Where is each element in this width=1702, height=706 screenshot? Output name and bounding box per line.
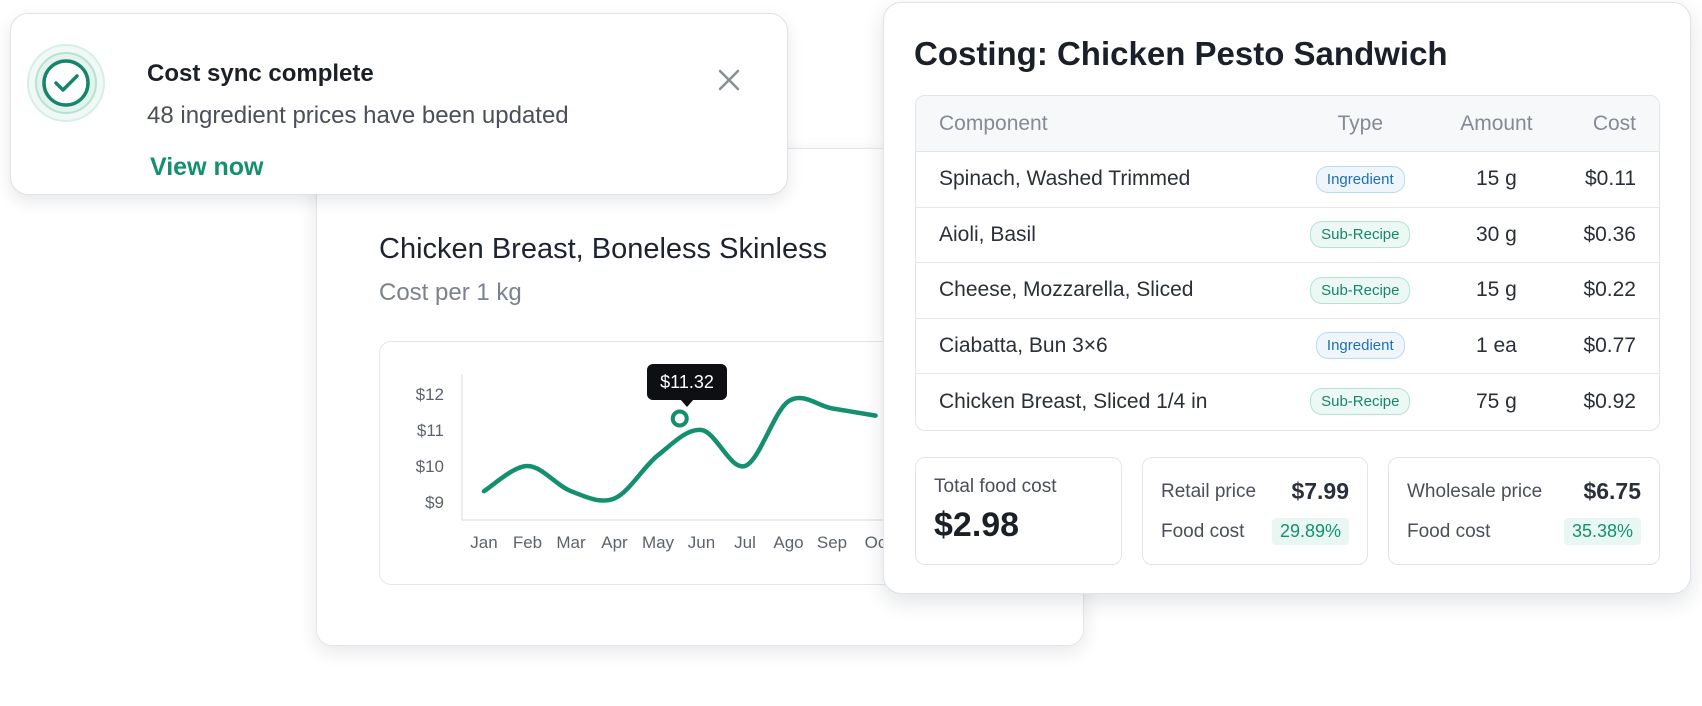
x-tick-label: Ago: [773, 533, 803, 552]
wholesale-price-box: Wholesale price $6.75 Food cost 35.38%: [1388, 457, 1660, 565]
toast-message: 48 ingredient prices have been updated: [147, 102, 569, 129]
check-circle-icon: [27, 44, 105, 122]
type-badge: Sub-Recipe: [1310, 388, 1411, 416]
component-name: Spinach, Washed Trimmed: [939, 167, 1191, 191]
x-tick-label: Jan: [470, 533, 497, 552]
retail-food-cost-label: Food cost: [1161, 520, 1245, 542]
table-row[interactable]: Aioli, Basil Sub-Recipe 30 g $0.36: [916, 208, 1659, 263]
x-tick-label: Sep: [817, 533, 847, 552]
total-food-cost-label: Total food cost: [934, 476, 1057, 497]
y-tick-label: $11: [417, 421, 444, 440]
price-tooltip: $11.32: [647, 364, 727, 407]
table-row[interactable]: Ciabatta, Bun 3×6 Ingredient 1 ea $0.77: [916, 319, 1659, 374]
retail-price-box: Retail price $7.99 Food cost 29.89%: [1142, 457, 1368, 565]
x-tick-label: Apr: [601, 533, 628, 552]
costing-title: Costing: Chicken Pesto Sandwich: [914, 35, 1448, 72]
cost-cell: $0.11: [1585, 167, 1636, 191]
total-food-cost-value: $2.98: [934, 506, 1020, 544]
cost-cell: $0.77: [1583, 333, 1636, 357]
highlight-point[interactable]: [670, 409, 689, 428]
wholesale-food-cost-label: Food cost: [1407, 520, 1491, 542]
total-food-cost-box: Total food cost $2.98: [915, 457, 1122, 565]
amount-cell: 15 g: [1475, 167, 1517, 191]
table-row[interactable]: Chicken Breast, Sliced 1/4 in Sub-Recipe…: [916, 374, 1659, 430]
table-row[interactable]: Cheese, Mozzarella, Sliced Sub-Recipe 15…: [916, 263, 1659, 319]
amount-cell: 75 g: [1475, 389, 1517, 413]
cost-cell: $0.92: [1583, 389, 1636, 413]
component-name: Aioli, Basil: [939, 222, 1036, 246]
type-badge: Ingredient: [1315, 165, 1405, 193]
amount-cell: 1 ea: [1475, 333, 1517, 357]
x-tick-label: May: [642, 533, 675, 552]
retail-price-value: $7.99: [1291, 478, 1349, 504]
x-tick-label: Jul: [734, 533, 756, 552]
costing-card: Costing: Chicken Pesto Sandwich Componen…: [883, 2, 1691, 594]
wholesale-food-cost-percent: 35.38%: [1563, 518, 1641, 545]
wholesale-price-value: $6.75: [1583, 478, 1641, 504]
cost-cell: $0.36: [1583, 222, 1636, 246]
column-header-amount[interactable]: Amount: [1428, 112, 1566, 136]
table-row[interactable]: Spinach, Washed Trimmed Ingredient 15 g …: [916, 152, 1659, 208]
toast-title: Cost sync complete: [147, 60, 374, 87]
y-tick-label: $9: [425, 493, 444, 512]
item-name: Chicken Breast, Boneless Skinless: [379, 233, 828, 265]
component-name: Ciabatta, Bun 3×6: [939, 333, 1108, 357]
type-badge: Ingredient: [1315, 332, 1405, 360]
y-tick-label: $12: [416, 385, 444, 404]
sync-toast: Cost sync complete 48 ingredient prices …: [10, 13, 788, 195]
amount-cell: 15 g: [1475, 278, 1517, 302]
costing-table: Component Type Amount Cost Spinach, Wash…: [915, 95, 1660, 431]
x-tick-label: Mar: [556, 533, 586, 552]
column-header-type[interactable]: Type: [1293, 112, 1428, 136]
item-unit-subtitle: Cost per 1 kg: [379, 279, 522, 306]
table-header: Component Type Amount Cost: [916, 96, 1659, 152]
component-name: Cheese, Mozzarella, Sliced: [939, 278, 1194, 302]
x-tick-label: Feb: [513, 533, 542, 552]
x-tick-label: Jun: [688, 533, 715, 552]
retail-price-label: Retail price: [1161, 480, 1257, 502]
amount-cell: 30 g: [1475, 222, 1517, 246]
column-header-cost[interactable]: Cost: [1565, 112, 1659, 136]
column-header-component[interactable]: Component: [916, 112, 1293, 136]
cost-cell: $0.22: [1583, 278, 1636, 302]
component-name: Chicken Breast, Sliced 1/4 in: [939, 389, 1208, 413]
view-now-link[interactable]: View now: [150, 153, 263, 182]
close-icon[interactable]: [715, 66, 743, 94]
type-badge: Sub-Recipe: [1310, 221, 1411, 249]
y-tick-label: $10: [416, 457, 444, 476]
retail-food-cost-percent: 29.89%: [1271, 518, 1349, 545]
type-badge: Sub-Recipe: [1310, 276, 1411, 304]
wholesale-price-label: Wholesale price: [1407, 480, 1543, 502]
